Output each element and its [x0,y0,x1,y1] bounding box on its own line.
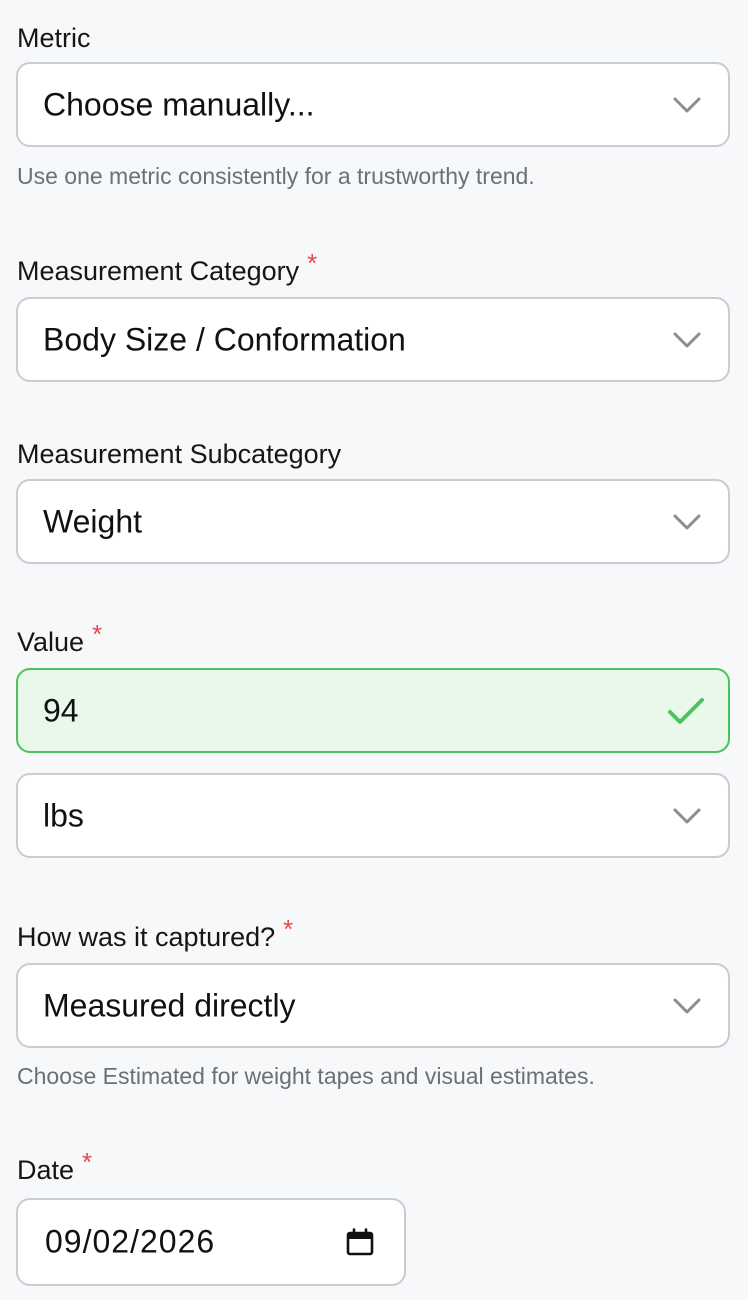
date-input[interactable]: 09/02/2026 [16,1198,406,1286]
date-value: 09/02/2026 [45,1223,216,1260]
date-label: Date * [17,1147,92,1186]
capture-label: How was it captured? * [17,914,293,953]
chevron-down-icon [673,332,701,347]
required-asterisk: * [307,248,318,278]
value-input-text: 94 [43,692,79,728]
required-asterisk: * [82,1147,93,1177]
unit-selected-value: lbs [43,797,84,833]
category-selected-value: Body Size / Conformation [43,321,406,357]
capture-method-select[interactable]: Measured directly [16,963,730,1048]
value-label: Value * [17,619,102,658]
chevron-down-icon [673,998,701,1013]
category-label-text: Measurement Category [17,256,300,286]
subcategory-label-text: Measurement Subcategory [17,439,342,469]
chevron-down-icon [673,514,701,529]
required-asterisk: * [92,619,103,649]
capture-selected-value: Measured directly [43,987,296,1023]
category-label: Measurement Category * [17,248,317,287]
capture-label-text: How was it captured? [17,922,276,952]
value-label-text: Value [17,627,85,657]
value-input[interactable]: 94 [16,668,730,753]
category-select[interactable]: Body Size / Conformation [16,297,730,382]
checkmark-icon [668,697,704,724]
measurement-form: Metric Choose manually... Use one metric… [0,0,748,1300]
metric-label: Metric [17,22,91,54]
metric-select[interactable]: Choose manually... [16,62,730,147]
chevron-down-icon [673,97,701,112]
subcategory-label: Measurement Subcategory [17,438,341,470]
calendar-icon[interactable] [346,1228,374,1256]
metric-label-text: Metric [17,23,91,53]
subcategory-selected-value: Weight [43,503,143,539]
chevron-down-icon [673,808,701,823]
required-asterisk: * [283,914,294,944]
capture-hint: Choose Estimated for weight tapes and vi… [17,1063,595,1089]
date-label-text: Date [17,1155,75,1185]
metric-hint: Use one metric consistently for a trustw… [17,163,535,189]
subcategory-select[interactable]: Weight [16,479,730,564]
unit-select[interactable]: lbs [16,773,730,858]
metric-selected-value: Choose manually... [43,86,315,122]
